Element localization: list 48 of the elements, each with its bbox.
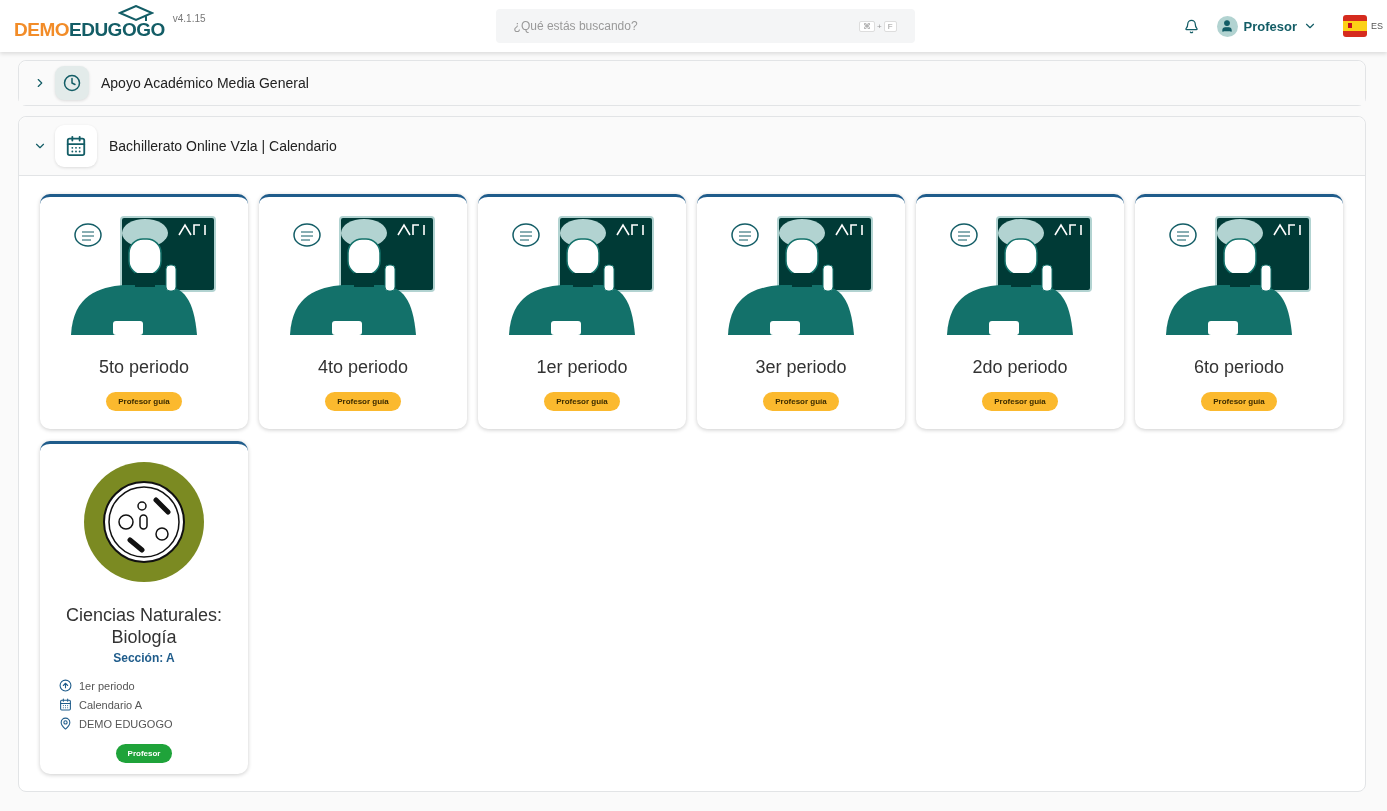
section-label: Sección: A xyxy=(113,651,175,665)
section-header[interactable]: Bachillerato Online Vzla | Calendario xyxy=(19,117,1365,176)
card-title: 5to periodo xyxy=(98,357,190,378)
role-badge: Profesor guía xyxy=(325,392,401,411)
section-header[interactable]: Apoyo Académico Media General xyxy=(19,61,1365,105)
period-card[interactable]: 1er periodo Profesor guía xyxy=(478,194,686,429)
card-title: 1er periodo xyxy=(536,357,628,378)
graduation-cap-icon xyxy=(118,5,154,23)
period-card[interactable]: 4to periodo Profesor guía xyxy=(259,194,467,429)
period-card[interactable]: 5to periodo Profesor guía xyxy=(40,194,248,429)
clock-icon xyxy=(63,74,81,92)
card-title: Ciencias Naturales: Biología xyxy=(64,604,224,648)
card-title: 4to periodo xyxy=(317,357,409,378)
language-button[interactable]: ES xyxy=(1343,15,1387,37)
user-menu-button[interactable]: Profesor xyxy=(1216,15,1317,37)
shortcut-key: F xyxy=(883,20,897,32)
period-card[interactable]: 3er periodo Profesor guía xyxy=(697,194,905,429)
calendar-icon xyxy=(59,698,72,711)
flag-icon xyxy=(1343,15,1367,37)
period-card[interactable]: 2do periodo Profesor guía xyxy=(916,194,1124,429)
section-title: Bachillerato Online Vzla | Calendario xyxy=(109,138,337,154)
role-badge: Profesor guía xyxy=(544,392,620,411)
location-pin-icon xyxy=(59,717,72,730)
shortcut-key: ⌘ xyxy=(859,20,875,32)
role-badge: Profesor xyxy=(115,744,173,763)
course-card[interactable]: Ciencias Naturales: Biología Sección: A 1er periodo Calendario A DEMO EDUGOGO Profesor xyxy=(40,441,248,774)
card-title: 6to periodo xyxy=(1193,357,1285,378)
logo-text: DEMO xyxy=(14,19,69,41)
calendar-icon xyxy=(65,135,87,157)
school-text: DEMO EDUGOGO xyxy=(79,717,173,730)
arrow-up-circle-icon xyxy=(59,679,72,692)
role-badge: Profesor guía xyxy=(106,392,182,411)
section-title: Apoyo Académico Media General xyxy=(101,75,309,91)
role-badge: Profesor guía xyxy=(763,392,839,411)
version-label: v4.1.15 xyxy=(172,13,206,24)
microbe-icon xyxy=(84,462,204,582)
period-text: 1er periodo xyxy=(79,679,135,692)
period-card[interactable]: 6to periodo Profesor guía xyxy=(1135,194,1343,429)
avatar-icon xyxy=(1216,15,1238,37)
plus-sign: + xyxy=(877,21,882,31)
search-field[interactable]: ¿Qué estás buscando? xyxy=(511,18,857,34)
role-badge: Profesor guía xyxy=(982,392,1058,411)
calendar-text: Calendario A xyxy=(79,698,142,711)
card-title: 2do periodo xyxy=(972,357,1068,378)
role-badge: Profesor guía xyxy=(1201,392,1277,411)
logo-text: EDUGOGO xyxy=(69,19,165,41)
notification-bell-icon[interactable] xyxy=(1183,18,1199,34)
card-title: 3er periodo xyxy=(755,357,847,378)
